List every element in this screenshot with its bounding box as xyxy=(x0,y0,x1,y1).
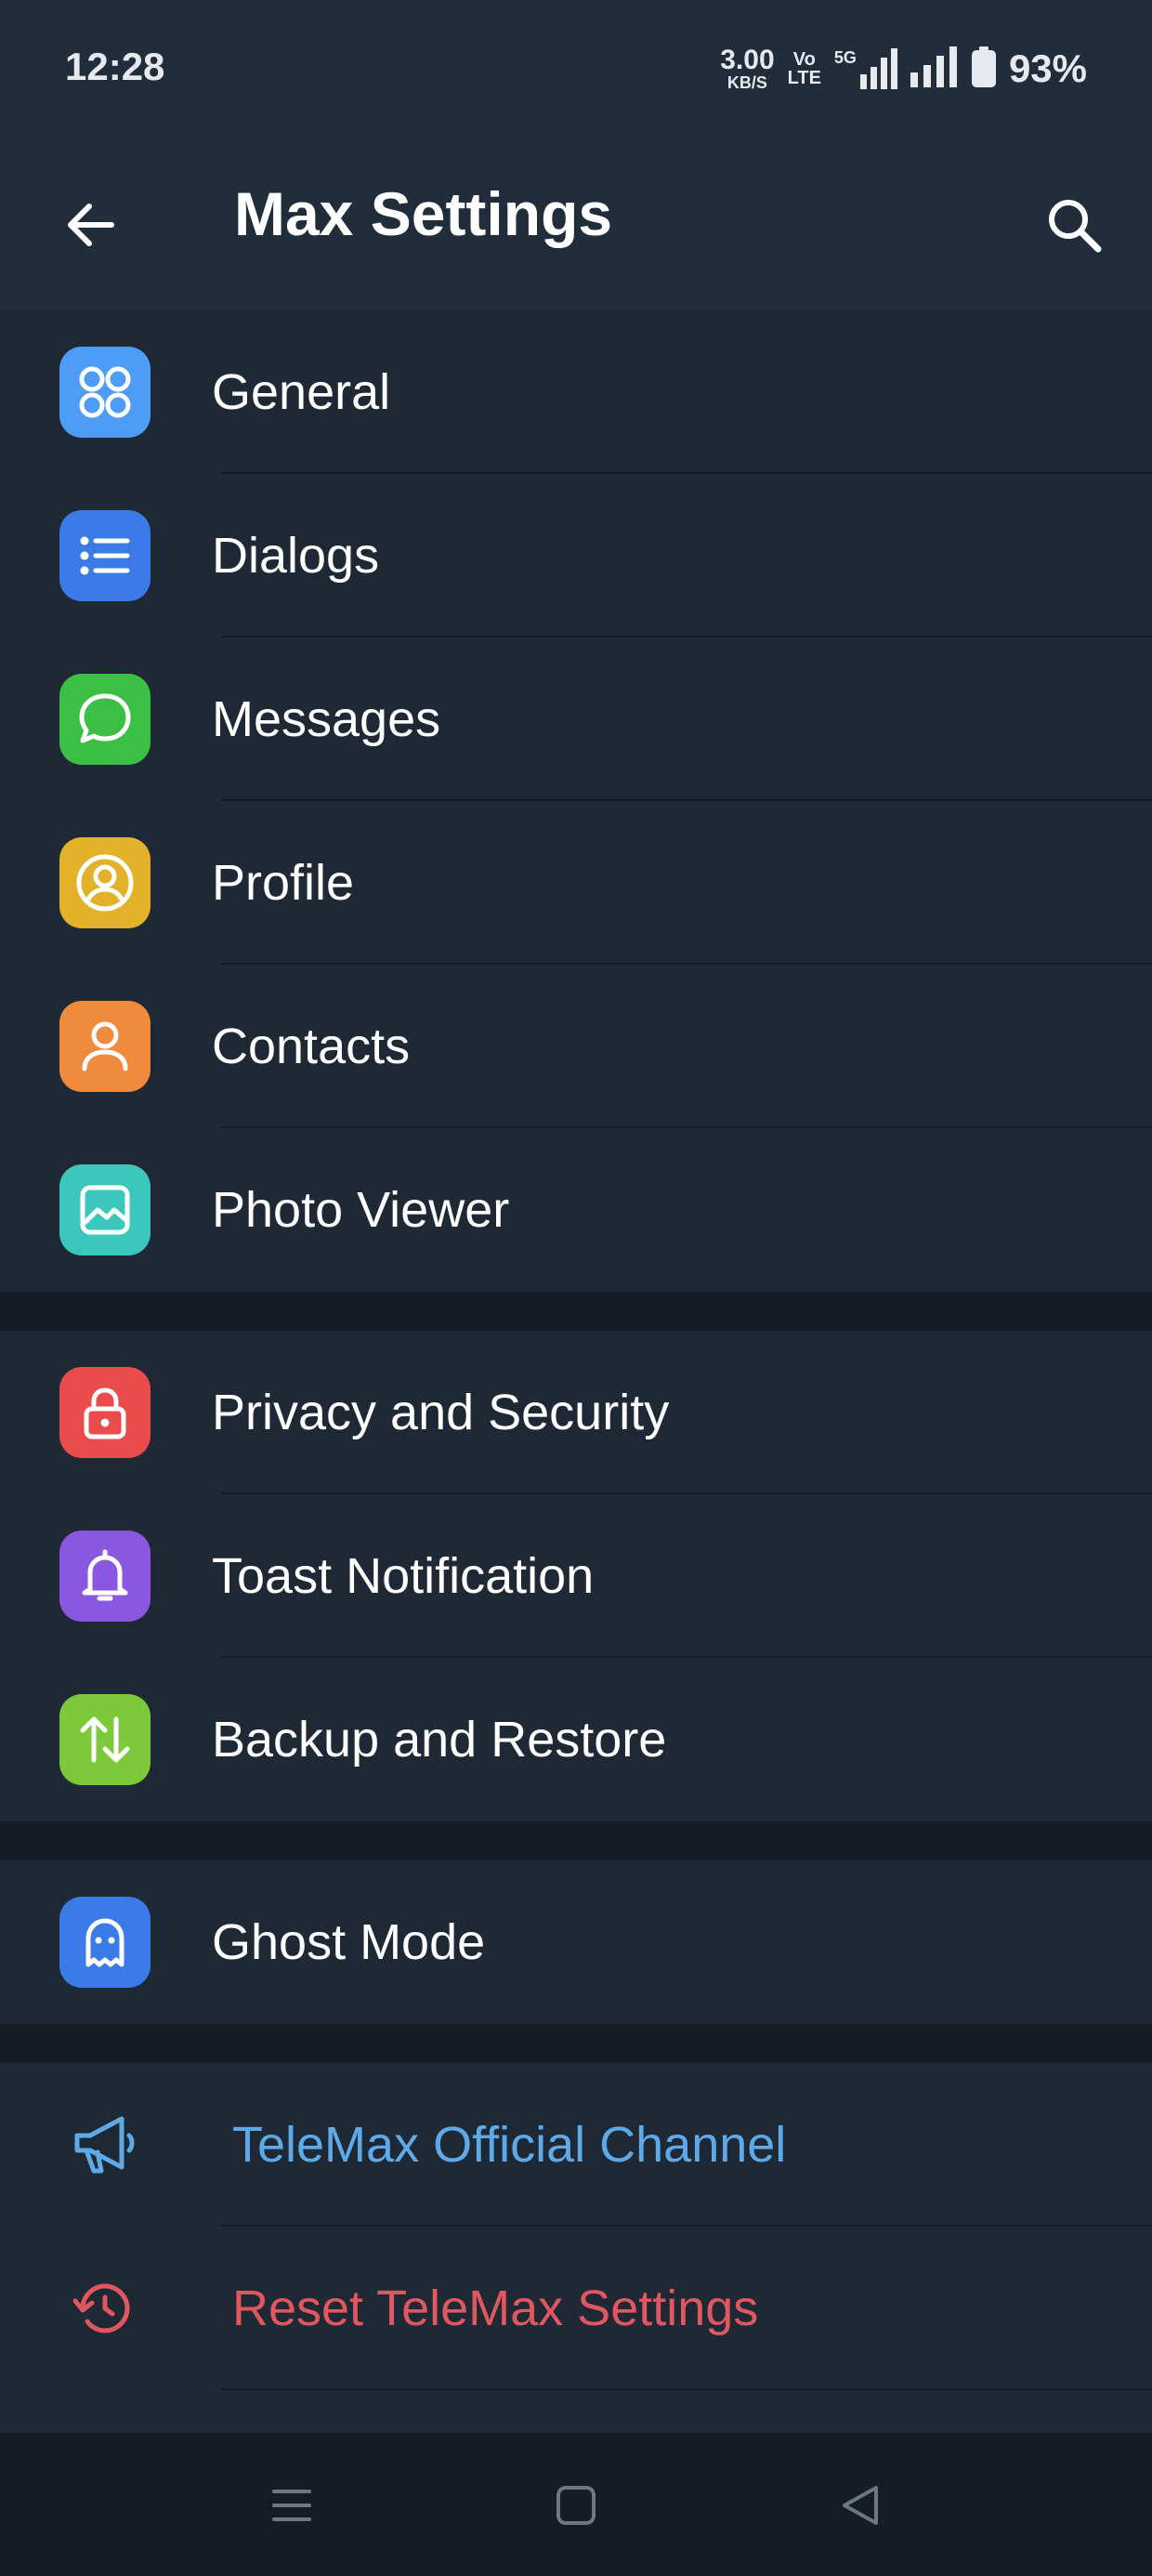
settings-item-profile[interactable]: Profile xyxy=(0,801,1152,965)
settings-item-official-channel[interactable]: TeleMax Official Channel xyxy=(0,2063,1152,2227)
reset-icon xyxy=(59,2263,151,2354)
signal-icon xyxy=(910,46,959,92)
user-circle-icon xyxy=(59,837,151,928)
settings-item-label: Messages xyxy=(212,691,441,747)
arrow-left-icon xyxy=(63,197,119,257)
megaphone-icon xyxy=(59,2099,151,2190)
settings-item-label: Dialogs xyxy=(212,528,380,584)
section-gap xyxy=(0,2024,1152,2063)
signal-5g-icon: 5G xyxy=(834,48,897,89)
settings-item-contacts[interactable]: Contacts xyxy=(0,965,1152,1128)
chat-bubble-icon xyxy=(59,674,151,765)
settings-section-main: General Dialogs Messages Profile Contact… xyxy=(0,310,1152,1292)
network-speed-unit: KB/S xyxy=(727,73,767,92)
settings-item-label: Privacy and Security xyxy=(212,1385,670,1440)
settings-item-reset-settings[interactable]: Reset TeleMax Settings xyxy=(0,2227,1152,2390)
network-speed: 3.00 KB/S xyxy=(720,45,775,92)
settings-item-label: Toast Notification xyxy=(212,1548,595,1604)
back-triangle-icon xyxy=(837,2482,884,2533)
system-nav-bar xyxy=(0,2433,1152,2576)
menu-icon xyxy=(268,2482,315,2533)
settings-section-links: TeleMax Official Channel Reset TeleMax S… xyxy=(0,2063,1152,2433)
back-button[interactable] xyxy=(52,188,130,266)
settings-item-label: Contacts xyxy=(212,1019,411,1074)
system-back-button[interactable] xyxy=(823,2470,897,2544)
user-icon xyxy=(59,1001,151,1092)
app-bar: Max Settings xyxy=(0,138,1152,310)
battery-icon xyxy=(971,46,996,92)
settings-item-label: Backup and Restore xyxy=(212,1712,667,1768)
settings-section-security: Privacy and Security Toast Notification … xyxy=(0,1331,1152,1821)
volte-bottom-label: LTE xyxy=(787,68,821,88)
status-bar: 12:28 3.00 KB/S Vo LTE 5G 93% xyxy=(0,0,1152,138)
arrows-up-down-icon xyxy=(59,1694,151,1785)
volte-top-label: Vo xyxy=(792,49,816,70)
settings-item-label: Reset TeleMax Settings xyxy=(232,2280,759,2336)
settings-item-label: Ghost Mode xyxy=(212,1914,486,1970)
settings-item-dialogs[interactable]: Dialogs xyxy=(0,474,1152,637)
settings-item-backup-restore[interactable]: Backup and Restore xyxy=(0,1658,1152,1821)
list-icon xyxy=(59,510,151,601)
network-speed-value: 3.00 xyxy=(720,45,775,75)
page-title: Max Settings xyxy=(234,179,613,248)
battery-percentage: 93% xyxy=(1008,46,1087,90)
settings-item-ghost-mode[interactable]: Ghost Mode xyxy=(0,1860,1152,2024)
lock-icon xyxy=(59,1367,151,1458)
image-icon xyxy=(59,1164,151,1255)
settings-item-photo-viewer[interactable]: Photo Viewer xyxy=(0,1128,1152,1292)
grid-circles-icon xyxy=(59,347,151,438)
recent-apps-button[interactable] xyxy=(255,2470,329,2544)
ghost-icon xyxy=(59,1897,151,1988)
settings-item-messages[interactable]: Messages xyxy=(0,637,1152,801)
settings-section-ghost: Ghost Mode xyxy=(0,1860,1152,2024)
settings-item-toast-notification[interactable]: Toast Notification xyxy=(0,1494,1152,1658)
home-button[interactable] xyxy=(539,2470,613,2544)
volte-indicator: Vo LTE xyxy=(788,50,821,87)
search-icon xyxy=(1044,195,1104,259)
status-icons: 3.00 KB/S Vo LTE 5G 93% xyxy=(720,43,1087,95)
divider xyxy=(221,2388,1152,2390)
section-gap xyxy=(0,1292,1152,1331)
settings-item-label: TeleMax Official Channel xyxy=(232,2117,787,2173)
search-button[interactable] xyxy=(1035,188,1113,266)
status-time: 12:28 xyxy=(65,45,165,88)
settings-item-label: Profile xyxy=(212,855,355,911)
settings-item-label: Photo Viewer xyxy=(212,1182,510,1238)
bell-icon xyxy=(59,1531,151,1622)
home-square-icon xyxy=(553,2482,599,2533)
section-gap xyxy=(0,1821,1152,1860)
settings-item-label: General xyxy=(212,364,391,420)
settings-item-general[interactable]: General xyxy=(0,310,1152,474)
network-type-label: 5G xyxy=(833,48,857,67)
settings-item-privacy-security[interactable]: Privacy and Security xyxy=(0,1331,1152,1494)
